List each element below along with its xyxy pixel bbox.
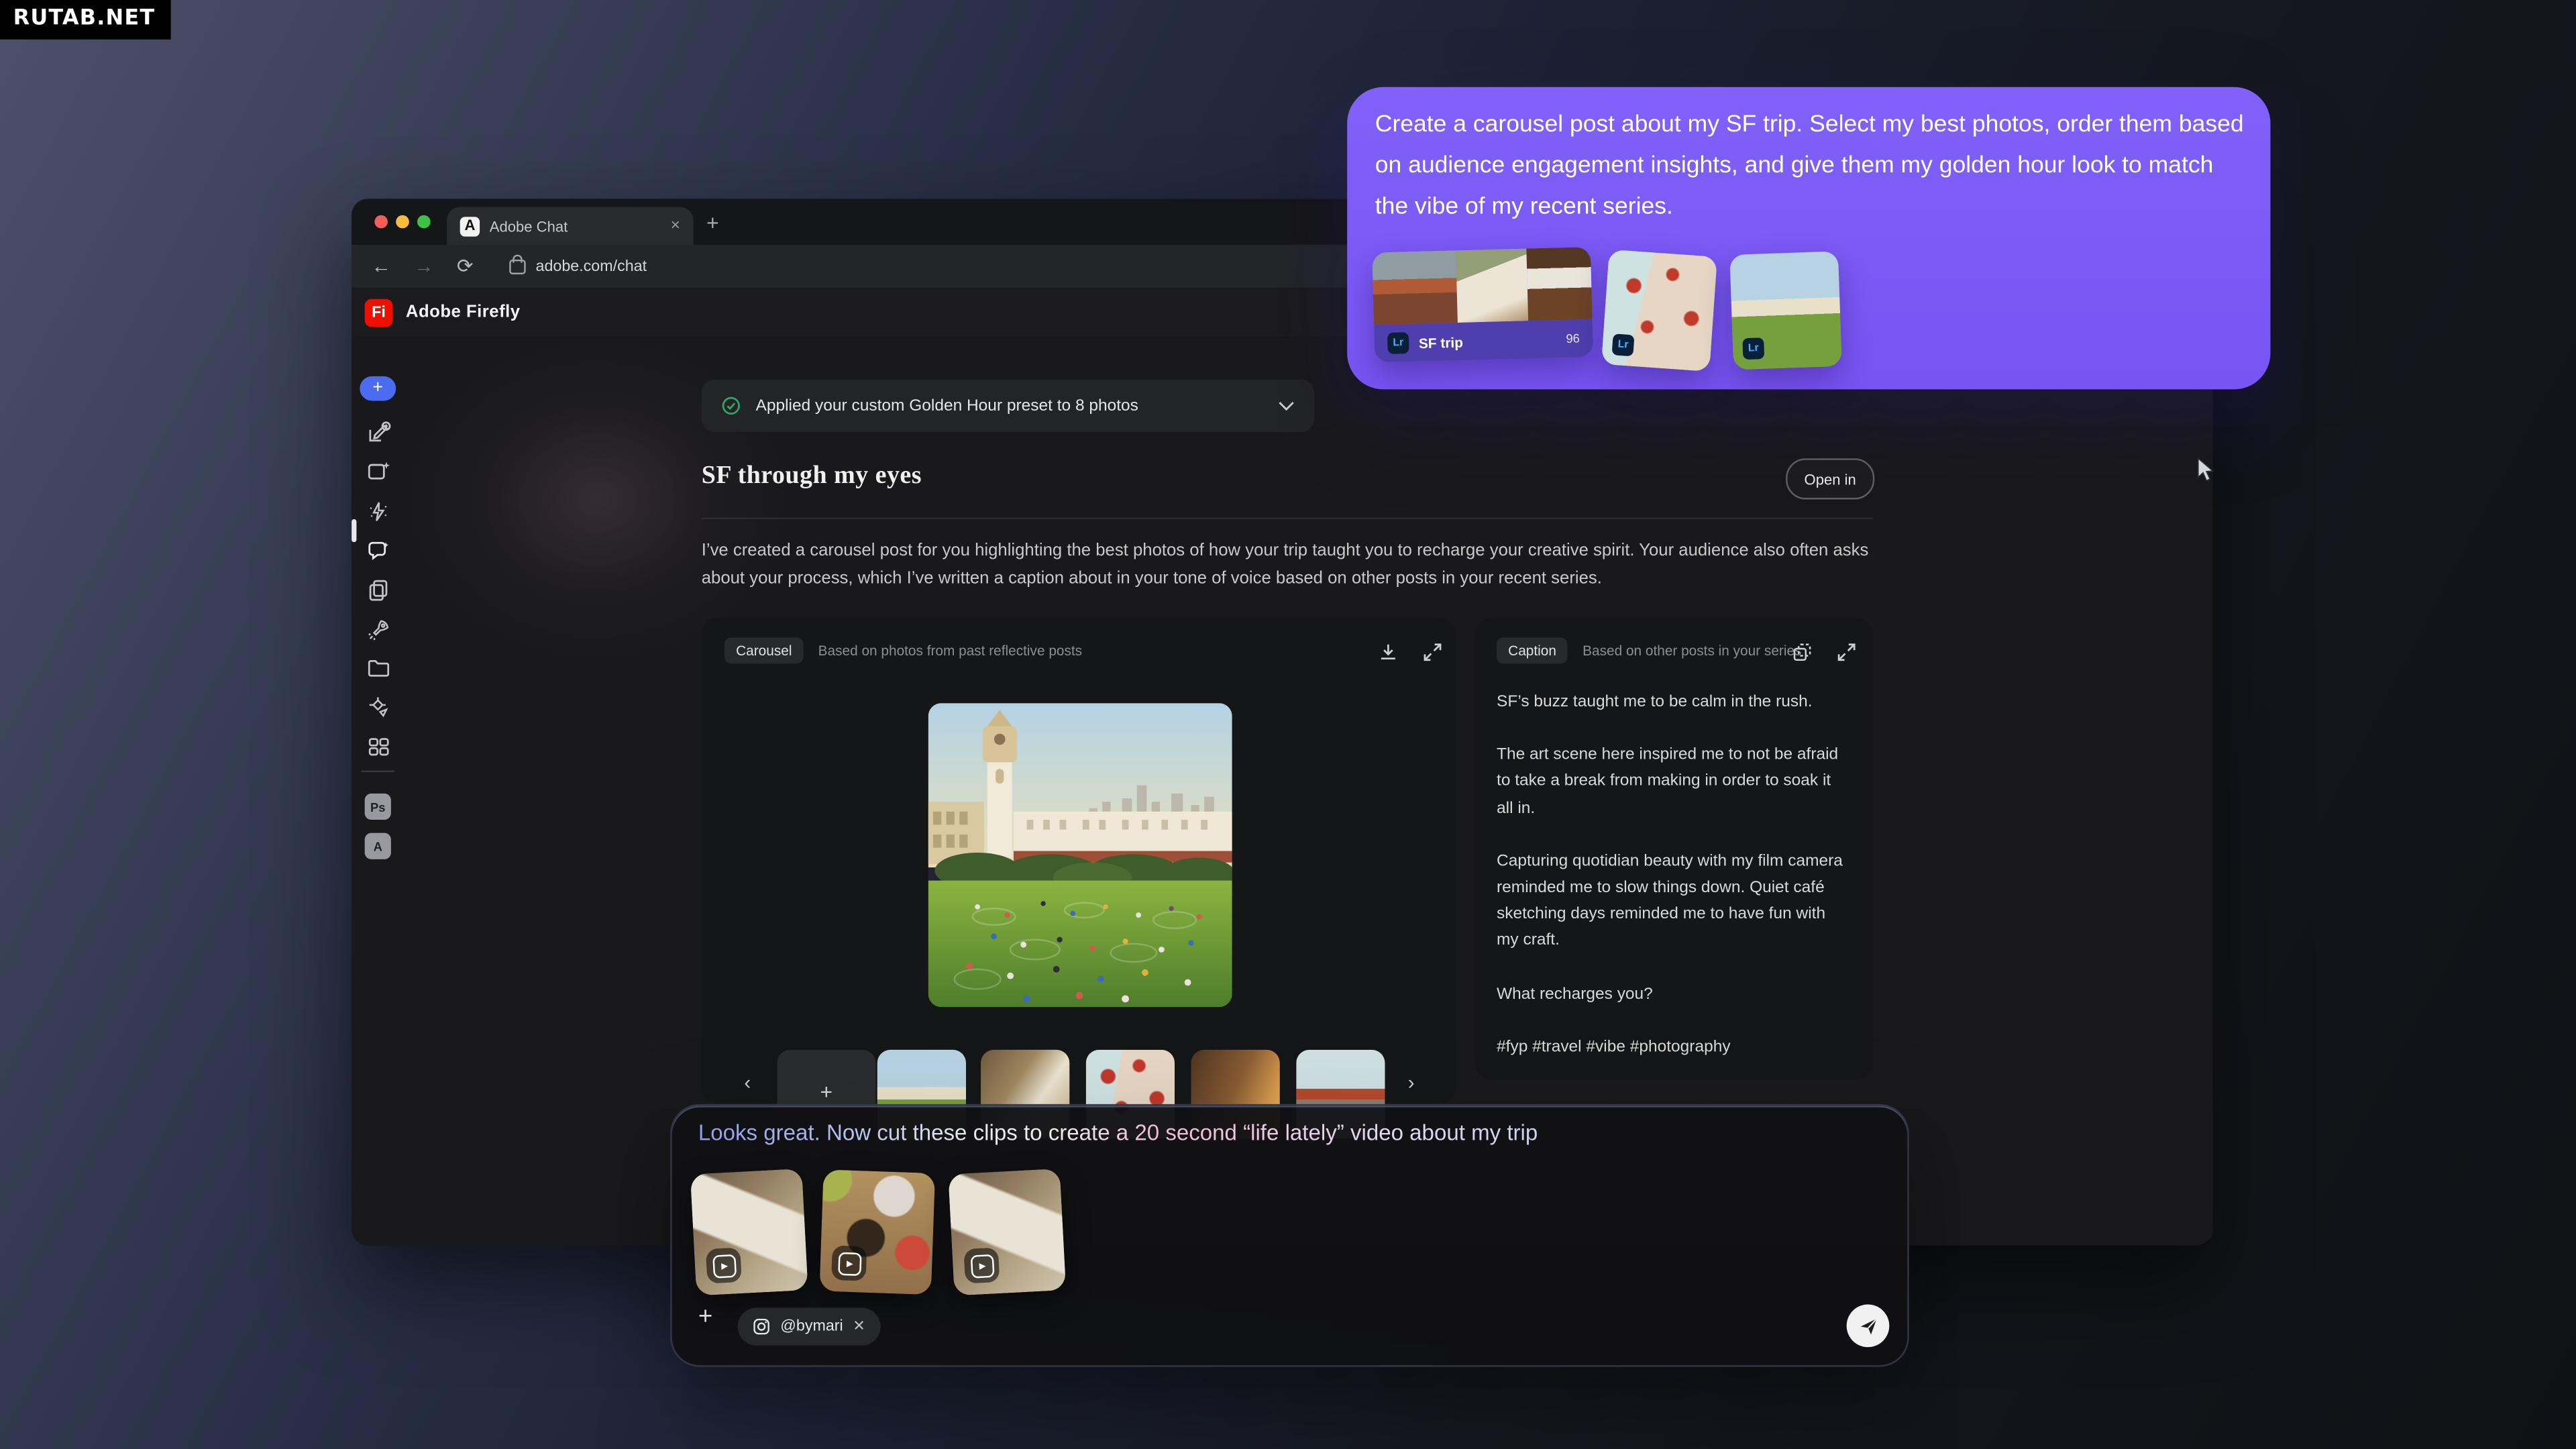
- carousel-prev-icon[interactable]: ‹: [744, 1071, 751, 1094]
- caption-paragraph: SF’s buzz taught me to be calm in the ru…: [1497, 690, 1851, 717]
- composer-panel[interactable]: Looks great. Now cut these clips to crea…: [670, 1104, 1909, 1367]
- sketchbook-photo: [1455, 248, 1529, 323]
- caption-paragraph: #fyp #travel #vibe #photography: [1497, 1034, 1851, 1061]
- tab-title: Adobe Chat: [490, 217, 664, 233]
- lock-icon: [509, 259, 525, 274]
- carousel-main-image[interactable]: [928, 703, 1232, 1007]
- album-collage: [1372, 247, 1592, 325]
- site-watermark: RUTAB.NET: [0, 0, 172, 40]
- adobe-badge-icon: A: [365, 833, 391, 859]
- open-in-button[interactable]: Open in: [1786, 458, 1874, 499]
- window-zoom-button[interactable]: [417, 215, 431, 229]
- new-tab-button[interactable]: +: [706, 212, 719, 233]
- play-icon: [831, 1245, 867, 1281]
- quick-effects-icon[interactable]: [352, 491, 404, 531]
- result-description: I’ve created a carousel post for you hig…: [702, 537, 1878, 593]
- caption-paragraph: The art scene here inspired me to not be…: [1497, 743, 1851, 822]
- browser-tab[interactable]: A Adobe Chat ×: [447, 207, 693, 245]
- dolores-park-attachment[interactable]: Lr: [1729, 251, 1842, 370]
- user-prompt-text: Create a carousel post about my SF trip.…: [1375, 105, 2249, 228]
- user-prompt-bubble: Create a carousel post about my SF trip.…: [1347, 87, 2270, 390]
- tab-close-icon[interactable]: ×: [671, 217, 680, 235]
- instagram-icon: [753, 1318, 771, 1336]
- apps-grid-icon[interactable]: [352, 726, 404, 765]
- lightroom-album-card[interactable]: Lr SF trip 96: [1372, 247, 1593, 363]
- vector-edit-icon[interactable]: [352, 687, 404, 727]
- remove-mention-icon[interactable]: ✕: [853, 1318, 865, 1336]
- sidebar-divider: [362, 771, 394, 772]
- copy-icon[interactable]: [1792, 643, 1812, 662]
- album-footer: Lr SF trip 96: [1374, 319, 1593, 363]
- mention-chip[interactable]: @bymari ✕: [738, 1307, 880, 1345]
- mouse-cursor: [2196, 458, 2214, 483]
- firefly-brand-name: Adobe Firefly: [406, 303, 521, 322]
- launch-rocket-icon[interactable]: [352, 610, 404, 649]
- active-nav-indicator: [352, 519, 356, 542]
- forward-icon[interactable]: →: [414, 255, 433, 278]
- files-folder-icon[interactable]: [352, 647, 404, 687]
- expand-icon[interactable]: [1423, 643, 1442, 662]
- attach-plus-icon[interactable]: +: [698, 1303, 712, 1331]
- video-attachment-cafe-sketchbook[interactable]: [690, 1169, 808, 1296]
- new-chat-button[interactable]: +: [360, 376, 396, 401]
- download-icon[interactable]: [1379, 643, 1398, 662]
- carousel-label-chip: Carousel: [724, 637, 804, 663]
- lightroom-badge-icon: Lr: [1742, 337, 1764, 360]
- status-text: Applied your custom Golden Hour preset t…: [756, 396, 1279, 415]
- caption-panel: Caption Based on other posts in your ser…: [1475, 618, 1873, 1079]
- window-close-button[interactable]: [374, 215, 388, 229]
- divider: [702, 517, 1873, 519]
- drinks-photo: [1527, 247, 1592, 321]
- album-title: SF trip: [1419, 331, 1556, 351]
- carousel-subtitle: Based on photos from past reflective pos…: [818, 643, 1082, 659]
- copies-icon[interactable]: [352, 570, 404, 610]
- composer-message[interactable]: Looks great. Now cut these clips to crea…: [698, 1120, 1538, 1145]
- video-attachment-coffee-pastry[interactable]: [819, 1169, 935, 1295]
- lightroom-badge-icon: Lr: [1612, 333, 1635, 356]
- golden-gate-photo: [1372, 250, 1457, 325]
- sidebar: +: [352, 337, 404, 1245]
- photoshop-badge-icon: Ps: [365, 794, 391, 820]
- screen: RUTAB.NET A Adobe Chat × + ← → ⟳ adobe.c…: [0, 0, 2576, 1449]
- carousel-next-icon[interactable]: ›: [1408, 1071, 1415, 1094]
- check-circle-icon: [721, 396, 741, 415]
- image-generate-icon[interactable]: [352, 451, 404, 491]
- caption-label-chip: Caption: [1497, 637, 1568, 663]
- result-title: SF through my eyes: [702, 462, 922, 491]
- send-button[interactable]: [1847, 1304, 1890, 1347]
- chevron-down-icon[interactable]: [1278, 400, 1294, 411]
- chat-assistant-icon[interactable]: [352, 531, 404, 570]
- play-icon: [706, 1248, 742, 1284]
- caption-text: SF’s buzz taught me to be calm in the ru…: [1497, 690, 1851, 1087]
- chinatown-lanterns-attachment[interactable]: Lr: [1601, 250, 1717, 372]
- carousel-panel: Carousel Based on photos from past refle…: [702, 618, 1456, 1104]
- mention-text: @bymari: [780, 1318, 843, 1336]
- back-icon[interactable]: ←: [371, 255, 390, 278]
- video-attachment-cafe-sketchbook-2[interactable]: [948, 1169, 1066, 1296]
- lightroom-badge-icon: Lr: [1387, 332, 1409, 354]
- album-photo-count: 96: [1566, 331, 1580, 346]
- caption-subtitle: Based on other posts in your series: [1582, 643, 1801, 659]
- window-minimize-button[interactable]: [396, 215, 409, 229]
- caption-paragraph: What recharges you?: [1497, 981, 1851, 1008]
- play-icon: [963, 1248, 1000, 1284]
- photoshop-shortcut[interactable]: Ps: [352, 787, 404, 826]
- firefly-logo-icon: Fi: [365, 298, 393, 326]
- status-banner[interactable]: Applied your custom Golden Hour preset t…: [702, 380, 1314, 432]
- url-text[interactable]: adobe.com/chat: [536, 257, 647, 275]
- caption-paragraph: Capturing quotidian beauty with my film …: [1497, 849, 1851, 956]
- reload-icon[interactable]: ⟳: [457, 255, 474, 278]
- expand-icon[interactable]: [1837, 643, 1856, 662]
- adobe-favicon-icon: A: [460, 216, 480, 235]
- send-icon: [1858, 1315, 1879, 1336]
- compose-new-icon[interactable]: [352, 413, 404, 452]
- adobe-shortcut[interactable]: A: [352, 826, 404, 866]
